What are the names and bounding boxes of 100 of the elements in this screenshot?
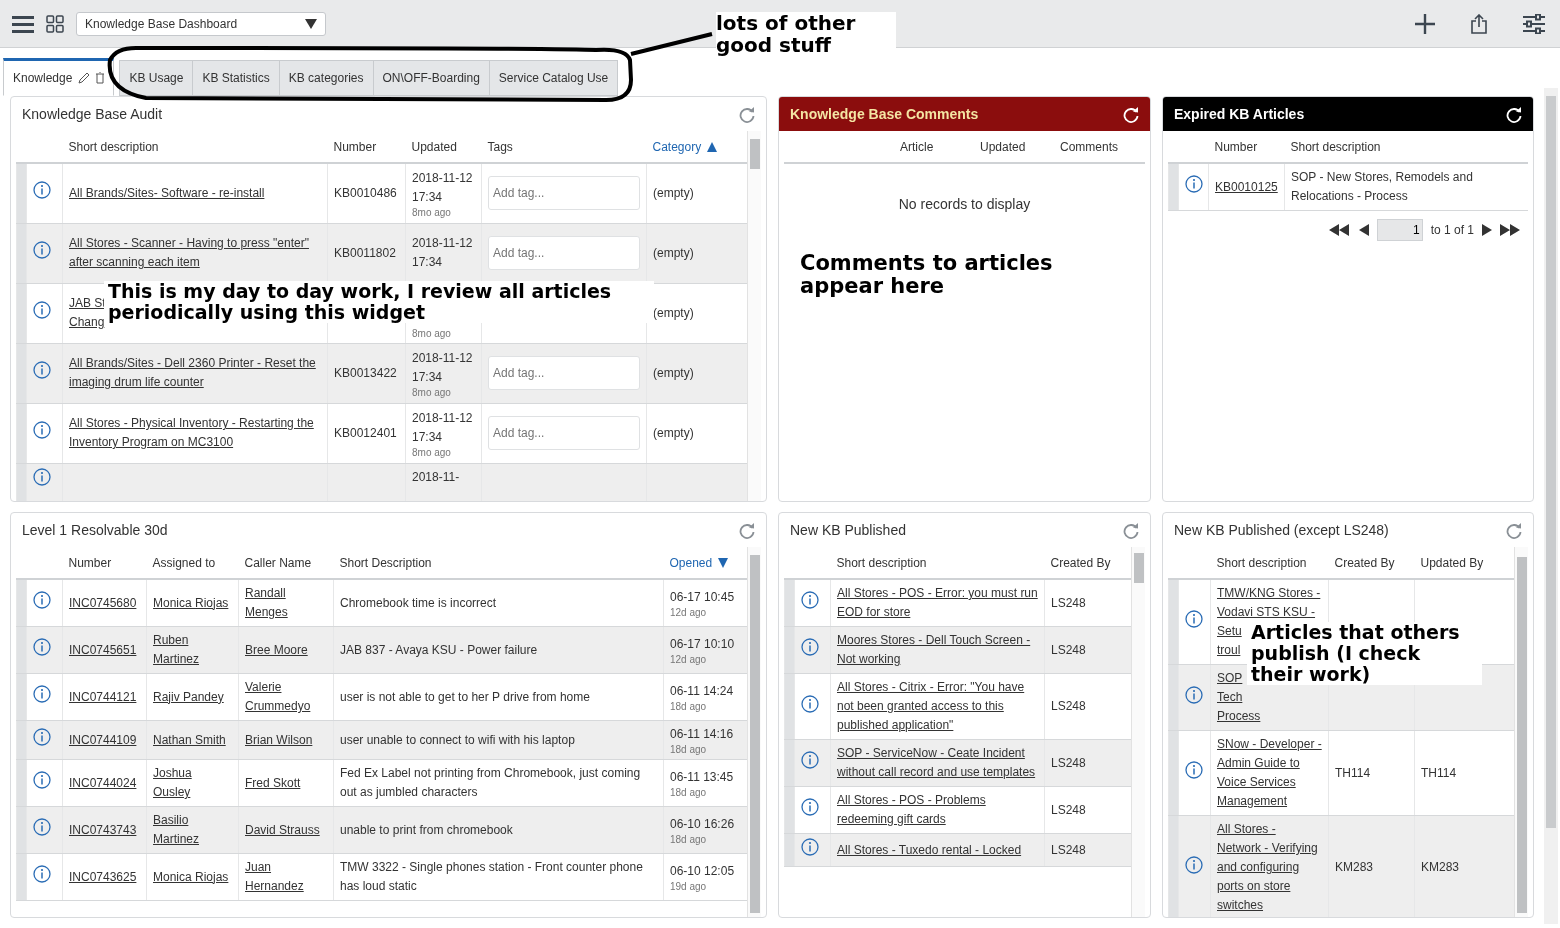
dashboard-select[interactable]: Knowledge Base Dashboard: [76, 11, 326, 36]
dashboard-tab[interactable]: Service Catalog Use: [488, 60, 619, 96]
dashboard-tab[interactable]: KB Usage: [119, 60, 194, 96]
info-icon[interactable]: [1185, 685, 1203, 704]
column-header[interactable]: Updated: [411, 139, 457, 154]
dashboard-tab[interactable]: KB categories: [278, 60, 374, 96]
dashboard-tab[interactable]: Knowledge: [3, 58, 115, 96]
sort-ascending-icon[interactable]: [707, 141, 718, 152]
plus-icon[interactable]: [1415, 13, 1435, 34]
record-link[interactable]: SNow - Developer - Admin Guide to Voice Services Management: [1217, 735, 1322, 811]
scrollbar[interactable]: [1514, 547, 1528, 917]
info-icon[interactable]: [33, 241, 51, 259]
page-scrollbar[interactable]: [1544, 88, 1558, 924]
share-icon[interactable]: [1471, 13, 1487, 34]
record-link[interactable]: All Stores - POS - Error: you must run EOD for store: [837, 584, 1038, 622]
record-link[interactable]: TMW/KNG Stores -: [1217, 584, 1321, 603]
record-link[interactable]: Fred Skott: [245, 773, 301, 793]
record-link[interactable]: KB0010125: [1215, 177, 1278, 197]
column-header[interactable]: Short description: [1216, 555, 1307, 570]
info-icon[interactable]: [33, 467, 51, 486]
record-link[interactable]: Tech: [1217, 688, 1243, 707]
dashboard-tab[interactable]: ON\OFF-Boarding: [372, 60, 490, 96]
record-link[interactable]: All Stores - POS - Problems redeeming gift cards: [837, 791, 1038, 829]
record-link[interactable]: INC0743625: [69, 867, 137, 887]
info-icon[interactable]: [1185, 610, 1203, 628]
scrollbar[interactable]: [747, 131, 761, 501]
record-link[interactable]: Process: [1217, 707, 1261, 726]
info-icon[interactable]: [33, 865, 51, 883]
column-header[interactable]: Opened: [669, 553, 729, 572]
record-link[interactable]: SOP: [1217, 669, 1243, 688]
refresh-icon[interactable]: [1506, 105, 1522, 123]
record-link[interactable]: Chang: [69, 313, 105, 332]
tag-field[interactable]: Add tag...: [488, 416, 640, 450]
tag-field[interactable]: Add tag...: [488, 176, 640, 211]
record-link[interactable]: INC0744121: [69, 687, 137, 707]
info-icon[interactable]: [33, 181, 51, 200]
column-header[interactable]: Comments: [1060, 139, 1118, 154]
record-link[interactable]: Juan Hernandez: [245, 858, 327, 896]
record-link[interactable]: Rajiv Pandey: [153, 687, 224, 707]
column-header[interactable]: Number: [1214, 139, 1258, 154]
info-icon[interactable]: [33, 728, 51, 746]
column-header[interactable]: Assigned to: [152, 555, 216, 570]
info-icon[interactable]: [801, 838, 819, 856]
info-icon[interactable]: [1185, 175, 1203, 193]
info-icon[interactable]: [33, 638, 51, 656]
sliders-icon[interactable]: [1523, 13, 1545, 34]
info-icon[interactable]: [33, 421, 51, 439]
record-link[interactable]: Vodavi STS KSU -: [1217, 603, 1316, 622]
refresh-icon[interactable]: [1123, 105, 1139, 123]
record-link[interactable]: troul: [1217, 641, 1241, 660]
info-icon[interactable]: [801, 694, 819, 713]
column-header[interactable]: Category: [652, 137, 718, 156]
record-link[interactable]: All Brands/Sites- Software - re-install: [69, 183, 265, 203]
record-link[interactable]: Valerie Crummedyo: [245, 678, 327, 716]
scrollbar[interactable]: [1131, 547, 1145, 917]
record-link[interactable]: Setu: [1217, 622, 1242, 641]
column-header[interactable]: Updated By: [1420, 555, 1484, 570]
column-header[interactable]: Short Description: [339, 555, 432, 570]
column-header[interactable]: Number: [333, 139, 377, 154]
record-link[interactable]: All Stores - Citrix - Error: "You have not been granted access to this published application": [837, 678, 1038, 735]
next-page-icon[interactable]: [1482, 224, 1492, 236]
dashboard-tab[interactable]: KB Statistics: [192, 60, 280, 96]
previous-page-icon[interactable]: [1358, 224, 1369, 236]
page-field[interactable]: 1: [1376, 219, 1423, 241]
column-header[interactable]: Number: [68, 555, 112, 570]
column-header[interactable]: Created By: [1334, 555, 1395, 570]
grid-icon[interactable]: [46, 14, 64, 33]
record-link[interactable]: INC0744024: [69, 773, 137, 793]
info-icon[interactable]: [1185, 761, 1203, 779]
record-link[interactable]: INC0745680: [69, 593, 137, 613]
column-header[interactable]: Tags: [487, 139, 513, 154]
column-header[interactable]: Caller Name: [244, 555, 312, 570]
info-icon[interactable]: [801, 591, 819, 609]
record-link[interactable]: Joshua Ousley: [153, 764, 232, 802]
menu-icon[interactable]: [12, 14, 34, 33]
tag-field[interactable]: Add tag...: [488, 236, 640, 270]
column-header[interactable]: Short description: [68, 139, 159, 154]
record-link[interactable]: Monica Riojas: [153, 867, 229, 887]
scrollbar[interactable]: [747, 547, 761, 917]
info-icon[interactable]: [801, 751, 819, 769]
sort-descending-icon[interactable]: [718, 557, 729, 568]
column-header[interactable]: Created By: [1050, 555, 1111, 570]
last-page-icon[interactable]: [1500, 224, 1522, 236]
column-header[interactable]: Short description: [1290, 139, 1381, 154]
info-icon[interactable]: [801, 638, 819, 656]
info-icon[interactable]: [33, 818, 51, 836]
column-header[interactable]: Short description: [836, 555, 927, 570]
first-page-icon[interactable]: [1328, 224, 1351, 236]
info-icon[interactable]: [33, 361, 51, 379]
pencil-icon[interactable]: [78, 72, 91, 84]
info-icon[interactable]: [33, 771, 51, 789]
info-icon[interactable]: [801, 798, 819, 816]
info-icon[interactable]: [1185, 855, 1203, 874]
info-icon[interactable]: [33, 591, 51, 609]
info-icon[interactable]: [33, 301, 51, 319]
trash-icon[interactable]: [96, 72, 105, 84]
column-header[interactable]: Updated: [980, 139, 1026, 154]
record-link[interactable]: Randall Menges: [245, 584, 327, 622]
info-icon[interactable]: [33, 685, 51, 703]
tag-field[interactable]: Add tag...: [488, 356, 640, 390]
